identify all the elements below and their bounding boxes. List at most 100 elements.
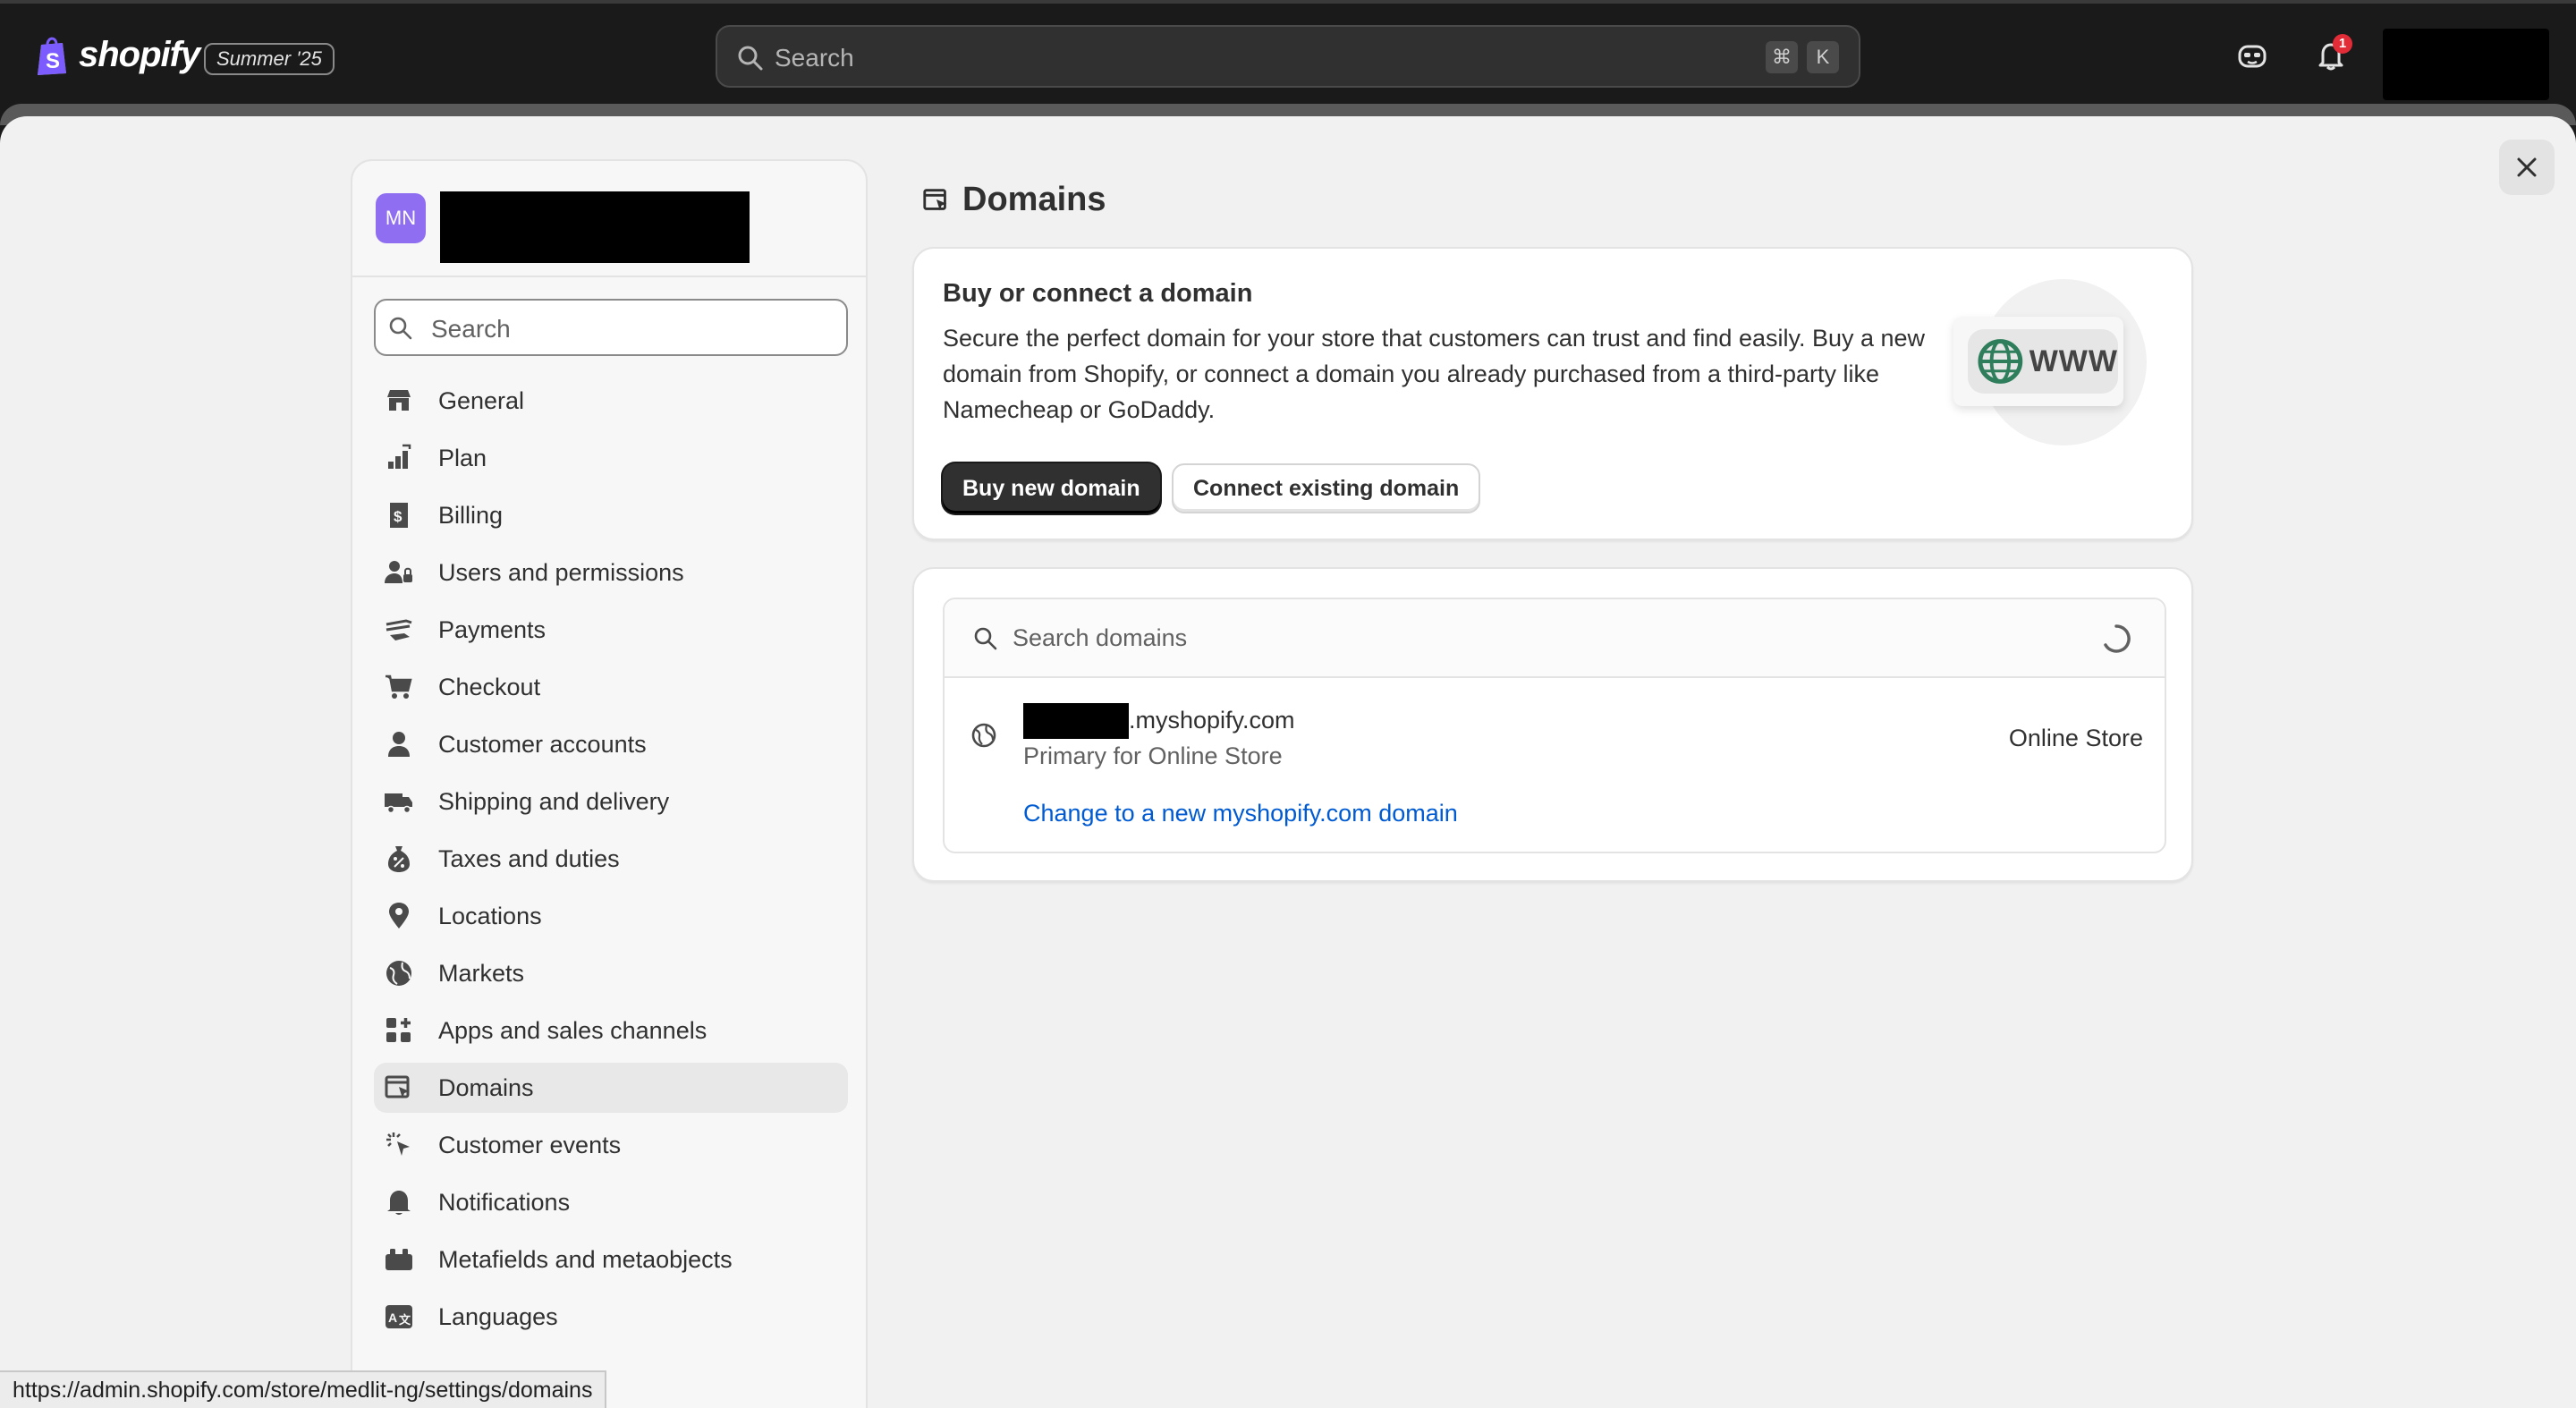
sidebar-item-customer-events[interactable]: Customer events bbox=[374, 1120, 848, 1170]
edition-badge[interactable]: Summer '25 bbox=[204, 43, 335, 75]
card-heading: Buy or connect a domain bbox=[943, 279, 1253, 308]
sidekick-icon[interactable] bbox=[2236, 39, 2268, 72]
store-header[interactable]: MN bbox=[352, 161, 866, 277]
settings-sidebar: MN Search General Plan $ Billing Users a… bbox=[351, 159, 868, 1408]
sidebar-item-label: Checkout bbox=[438, 673, 541, 700]
domains-list: Search domains .myshopify.com Primary fo… bbox=[943, 598, 2166, 853]
close-icon bbox=[2517, 157, 2537, 177]
shopify-bag-icon: S bbox=[38, 37, 66, 75]
globe-icon bbox=[1978, 339, 2023, 384]
connect-existing-domain-button[interactable]: Connect existing domain bbox=[1172, 463, 1481, 513]
sidebar-item-label: Notifications bbox=[438, 1188, 571, 1216]
sidebar-item-label: Plan bbox=[438, 444, 487, 471]
page-title-text: Domains bbox=[962, 181, 1106, 218]
cursor-click-icon bbox=[386, 1132, 410, 1156]
www-text: WWW bbox=[2029, 344, 2118, 378]
sidebar-item-apps[interactable]: Apps and sales channels bbox=[374, 1005, 848, 1056]
shortcut-cmd-key: ⌘ bbox=[1766, 41, 1798, 73]
buy-new-domain-button[interactable]: Buy new domain bbox=[943, 463, 1160, 513]
domain-channel: Online Store bbox=[2008, 725, 2143, 751]
sidebar-item-label: Customer events bbox=[438, 1131, 622, 1158]
shopify-wordmark: shopify bbox=[79, 34, 200, 74]
settings-search-input[interactable]: Search bbox=[374, 299, 848, 356]
sidebar-item-label: Markets bbox=[438, 959, 525, 987]
sidebar-item-metafields[interactable]: Metafields and metaobjects bbox=[374, 1234, 848, 1285]
plan-icon bbox=[388, 444, 411, 469]
search-icon bbox=[389, 317, 412, 340]
global-search-input[interactable]: Search ⌘ K bbox=[716, 25, 1860, 88]
sidebar-item-label: Customer accounts bbox=[438, 730, 647, 758]
search-icon bbox=[738, 46, 763, 71]
account-menu-button[interactable] bbox=[2383, 29, 2549, 100]
metafields-icon bbox=[386, 1249, 412, 1270]
apps-icon bbox=[386, 1018, 411, 1042]
domain-name-redacted bbox=[1023, 703, 1129, 739]
location-icon bbox=[389, 903, 409, 929]
sidebar-item-checkout[interactable]: Checkout bbox=[374, 662, 848, 712]
sidebar-item-label: General bbox=[438, 386, 525, 414]
sidebar-item-label: Shipping and delivery bbox=[438, 787, 670, 815]
sidebar-item-taxes[interactable]: Taxes and duties bbox=[374, 834, 848, 884]
svg-text:$: $ bbox=[394, 508, 402, 525]
domain-status: Primary for Online Store bbox=[1023, 742, 1283, 769]
domains-icon bbox=[385, 1075, 410, 1098]
notification-count-badge: 1 bbox=[2333, 34, 2352, 54]
search-placeholder: Search bbox=[775, 44, 854, 72]
sidebar-item-billing[interactable]: $ Billing bbox=[374, 490, 848, 540]
payments-icon bbox=[386, 619, 412, 640]
sidebar-item-payments[interactable]: Payments bbox=[374, 605, 848, 655]
search-icon bbox=[974, 627, 997, 650]
sidebar-item-languages[interactable]: A文 Languages bbox=[374, 1292, 848, 1342]
language-icon: A文 bbox=[386, 1305, 412, 1328]
sidebar-item-locations[interactable]: Locations bbox=[374, 891, 848, 941]
search-domains-placeholder: Search domains bbox=[1013, 624, 1188, 651]
sidebar-item-customer-accounts[interactable]: Customer accounts bbox=[374, 719, 848, 769]
shortcut-k-key: K bbox=[1807, 41, 1839, 73]
illustration-card: WWW bbox=[1953, 317, 2123, 406]
store-icon bbox=[387, 390, 411, 411]
sidebar-item-shipping[interactable]: Shipping and delivery bbox=[374, 776, 848, 827]
globe-icon bbox=[971, 723, 996, 748]
svg-text:文: 文 bbox=[399, 1313, 411, 1327]
svg-text:A: A bbox=[388, 1310, 397, 1325]
sidebar-item-notifications[interactable]: Notifications bbox=[374, 1177, 848, 1227]
illustration-pill: WWW bbox=[1968, 329, 2118, 394]
avatar: MN bbox=[376, 193, 426, 243]
sidebar-item-label: Users and permissions bbox=[438, 558, 684, 586]
buy-connect-domain-card: Buy or connect a domain Secure the perfe… bbox=[912, 247, 2193, 540]
tax-icon bbox=[388, 846, 410, 872]
domain-suffix: .myshopify.com bbox=[1129, 707, 1295, 734]
sidebar-item-label: Billing bbox=[438, 501, 504, 529]
settings-search-placeholder: Search bbox=[431, 315, 511, 343]
www-illustration: WWW bbox=[1953, 279, 2147, 445]
domains-icon bbox=[923, 188, 947, 210]
close-settings-button[interactable] bbox=[2499, 140, 2555, 195]
sidebar-item-label: Payments bbox=[438, 615, 547, 643]
list-item: .myshopify.com Primary for Online Store … bbox=[945, 680, 2165, 853]
domains-list-card: Search domains .myshopify.com Primary fo… bbox=[912, 567, 2193, 882]
page-title: Domains bbox=[921, 181, 1106, 219]
truck-icon bbox=[385, 793, 412, 814]
globe-icon bbox=[386, 961, 411, 986]
sidebar-item-users[interactable]: Users and permissions bbox=[374, 547, 848, 598]
search-domains-input[interactable]: Search domains bbox=[945, 599, 2165, 678]
sidebar-item-label: Languages bbox=[438, 1302, 558, 1330]
sidebar-item-label: Apps and sales channels bbox=[438, 1016, 708, 1044]
shopify-logo[interactable]: S shopify bbox=[36, 34, 200, 75]
card-description: Secure the perfect domain for your store… bbox=[943, 325, 1926, 423]
sidebar-item-plan[interactable]: Plan bbox=[374, 433, 848, 483]
sidebar-item-label: Taxes and duties bbox=[438, 844, 620, 872]
users-icon bbox=[385, 561, 412, 583]
link-preview-statusbar: https://admin.shopify.com/store/medlit-n… bbox=[0, 1370, 607, 1408]
change-domain-link[interactable]: Change to a new myshopify.com domain bbox=[1023, 800, 1458, 827]
billing-icon: $ bbox=[390, 503, 408, 528]
loading-spinner-icon bbox=[2104, 624, 2131, 653]
person-icon bbox=[388, 732, 410, 757]
sidebar-item-markets[interactable]: Markets bbox=[374, 948, 848, 998]
sidebar-item-general[interactable]: General bbox=[374, 376, 848, 426]
sidebar-item-label: Metafields and metaobjects bbox=[438, 1245, 733, 1273]
store-name-redacted bbox=[440, 191, 750, 263]
sidebar-item-domains[interactable]: Domains bbox=[374, 1063, 848, 1113]
sidebar-item-label: Locations bbox=[438, 902, 542, 929]
cart-icon bbox=[386, 674, 412, 699]
